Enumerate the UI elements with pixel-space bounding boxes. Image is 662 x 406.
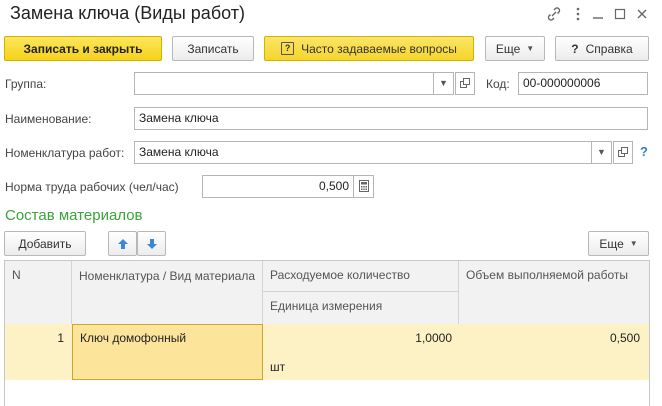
question-icon: ? [281, 42, 295, 55]
window-title: Замена ключа (Виды работ) [10, 3, 245, 23]
faq-button[interactable]: ? Часто задаваемые вопросы [264, 36, 474, 61]
materials-table: N Номенклатура / Вид материала Расходуем… [4, 260, 650, 406]
nomenclature-dropdown-button[interactable]: ▼ [592, 141, 612, 164]
group-open-button[interactable] [455, 72, 475, 95]
group-dropdown-button[interactable]: ▼ [434, 72, 454, 95]
save-label: Записать [187, 41, 239, 56]
name-label: Наименование: [5, 112, 92, 126]
materials-section-title: Состав материалов [5, 207, 143, 224]
group-label: Группа: [5, 77, 47, 91]
minimize-icon[interactable] [590, 6, 606, 22]
save-button[interactable]: Записать [172, 36, 254, 61]
add-button[interactable]: Добавить [4, 231, 86, 256]
table-more-label: Еще [599, 236, 624, 251]
arrow-up-icon [117, 238, 128, 249]
arrow-down-icon [146, 238, 157, 249]
more-icon[interactable] [570, 6, 586, 22]
table-row[interactable]: 1 Ключ домофонный 1,0000 шт 0,500 [5, 324, 649, 380]
save-and-close-button[interactable]: Записать и закрыть [4, 36, 162, 61]
unit-cell[interactable]: шт [263, 352, 459, 380]
norm-field[interactable]: 0,500 [202, 175, 354, 198]
volume-cell[interactable]: 0,500 [459, 324, 649, 352]
faq-label: Часто задаваемые вопросы [301, 41, 457, 56]
link-icon[interactable] [546, 6, 562, 22]
nomenclature-cell[interactable]: Ключ домофонный [72, 324, 263, 380]
maximize-icon[interactable] [612, 6, 628, 22]
move-down-button[interactable] [137, 231, 166, 256]
move-up-button[interactable] [108, 231, 137, 256]
save-and-close-label: Записать и закрыть [23, 41, 143, 56]
column-header-volume[interactable]: Объем выполняемой работы [459, 261, 649, 324]
column-header-quantity[interactable]: Расходуемое количество [263, 261, 459, 292]
row-number-cell: 1 [57, 331, 64, 345]
calculator-button[interactable] [354, 175, 374, 198]
nomenclature-field[interactable]: Замена ключа [134, 141, 592, 164]
column-header-unit[interactable]: Единица измерения [263, 292, 459, 324]
help-label: Справка [585, 41, 633, 56]
table-more-button[interactable]: Еще ▼ [588, 231, 649, 256]
dropdown-arrow-icon: ▼ [629, 239, 638, 248]
help-icon: ? [571, 41, 579, 56]
more-button[interactable]: Еще ▼ [485, 36, 545, 61]
nomenclature-open-button[interactable] [613, 141, 633, 164]
nomenclature-label: Номенклатура работ: [5, 146, 125, 160]
quantity-cell[interactable]: 1,0000 [263, 324, 459, 352]
code-field[interactable]: 00-000000006 [518, 72, 648, 95]
help-button[interactable]: ? Справка [555, 36, 649, 61]
column-header-nomenclature[interactable]: Номенклатура / Вид материала [72, 261, 263, 324]
help-question-icon[interactable]: ? [640, 144, 648, 159]
column-header-n[interactable]: N [5, 261, 72, 324]
group-field[interactable] [134, 72, 434, 95]
add-label: Добавить [18, 236, 72, 251]
dropdown-arrow-icon: ▼ [526, 44, 535, 53]
code-label: Код: [486, 77, 510, 91]
norm-label: Норма труда рабочих (чел/час) [5, 180, 179, 194]
name-field[interactable]: Замена ключа [134, 107, 648, 130]
more-label: Еще [495, 41, 521, 56]
close-icon[interactable] [634, 6, 650, 22]
